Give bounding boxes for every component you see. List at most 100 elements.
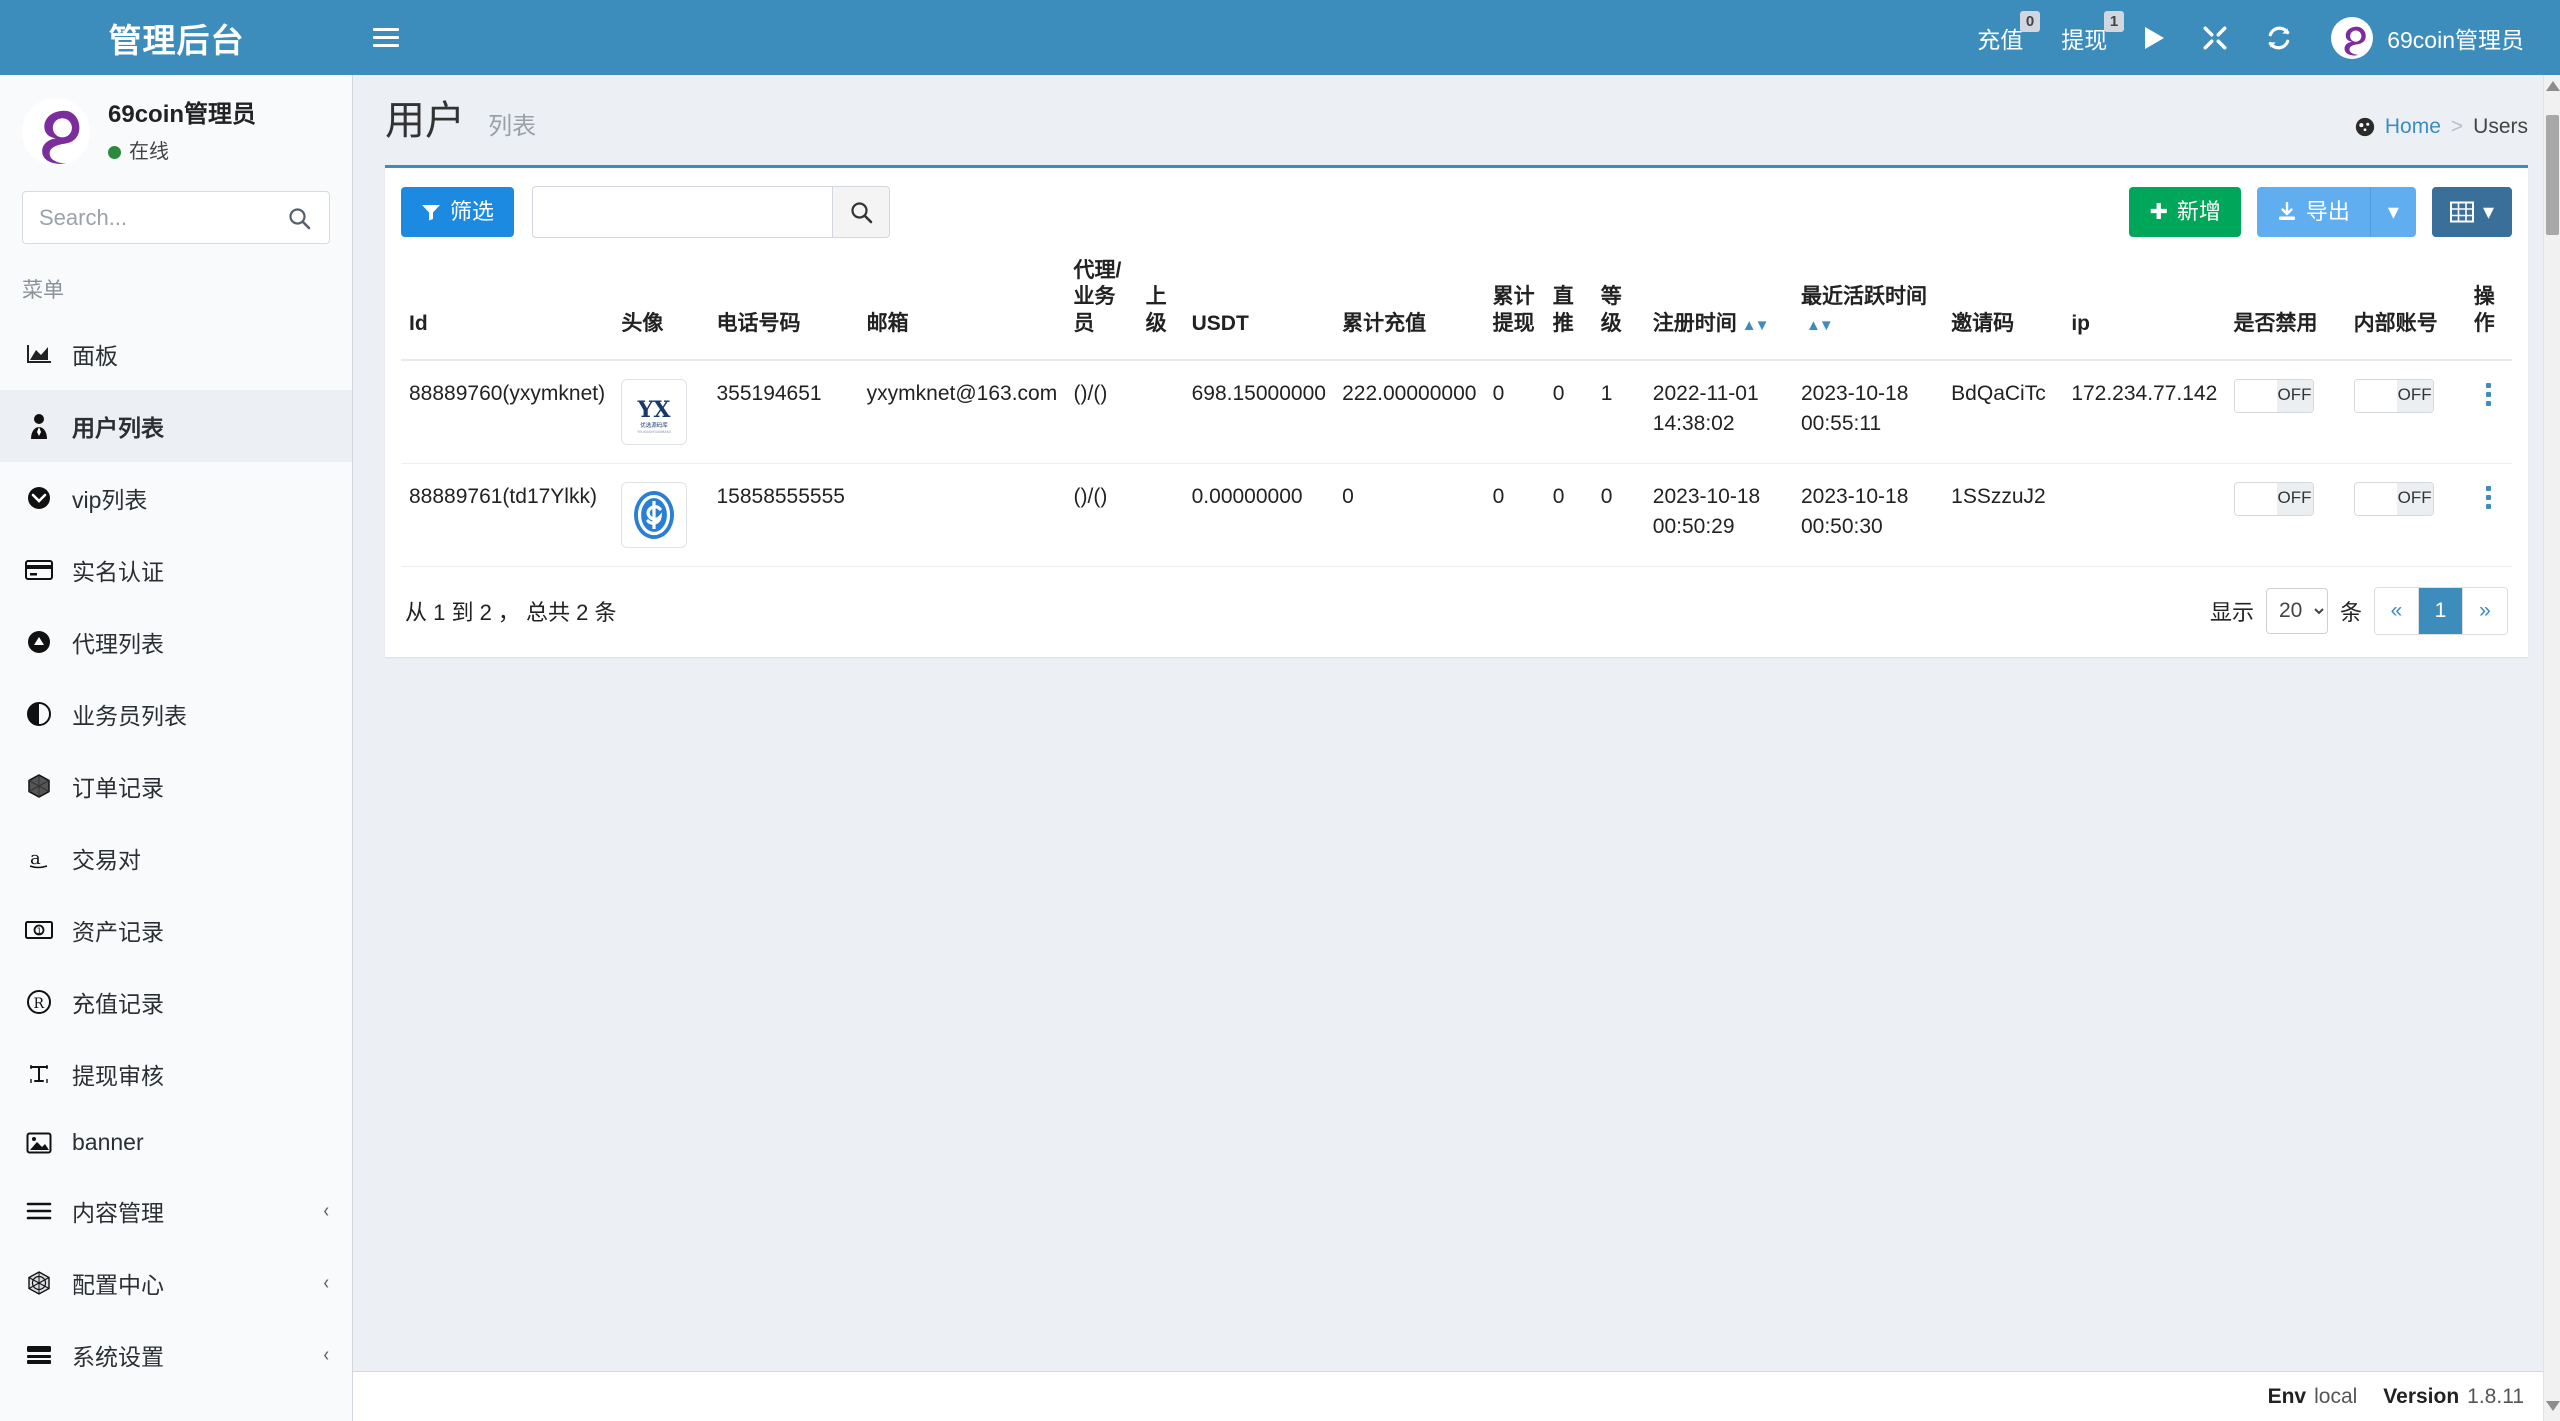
pagination-next[interactable]: » xyxy=(2463,588,2507,634)
export-button[interactable]: 导出 xyxy=(2257,187,2370,237)
nav-item-withdraw-label: 提现 xyxy=(2061,21,2107,55)
sidebar-item-banner[interactable]: banner xyxy=(0,1110,352,1175)
chevron-left-icon: ‹ xyxy=(324,1200,329,1223)
col-direct-push[interactable]: 直推 xyxy=(1545,248,1593,360)
cell-direct-push[interactable]: 0 xyxy=(1545,360,1593,464)
col-agent[interactable]: 代理/业务员 xyxy=(1066,248,1138,360)
export-dropdown-button[interactable]: ▾ xyxy=(2370,187,2416,237)
col-parent[interactable]: 上级 xyxy=(1138,248,1184,360)
page-size-select[interactable]: 20 xyxy=(2266,588,2328,634)
cell-id: 88889761(td17Ylkk) xyxy=(401,463,613,566)
table-search-button[interactable] xyxy=(832,186,890,238)
sidebar-item-kyc[interactable]: 实名认证 xyxy=(0,534,352,606)
refresh-button[interactable] xyxy=(2247,0,2311,75)
col-invite-code[interactable]: 邀请码 xyxy=(1943,248,2063,360)
chart-area-icon xyxy=(24,343,54,365)
internal-account-toggle[interactable]: OFF xyxy=(2354,379,2434,413)
cell-avatar: YX 优选源码库 YOUXUANYUANMAKU xyxy=(613,360,708,464)
col-register-time[interactable]: 注册时间▲▼ xyxy=(1645,248,1793,360)
col-ip[interactable]: ip xyxy=(2063,248,2225,360)
ellipsis-v-icon[interactable] xyxy=(2474,383,2504,406)
sidebar-item-label: banner xyxy=(72,1129,330,1156)
scrollbar-thumb[interactable] xyxy=(2546,115,2559,235)
col-id[interactable]: Id xyxy=(401,248,613,360)
page-scrollbar[interactable] xyxy=(2543,75,2560,1421)
sort-icon: ▲▼ xyxy=(1806,317,1832,334)
sidebar-item-recharge-records[interactable]: R 充值记录 xyxy=(0,966,352,1038)
row-avatar[interactable]: YX 优选源码库 YOUXUANYUANMAKU xyxy=(621,379,687,445)
sidebar-toggle-button[interactable] xyxy=(353,0,419,75)
col-usdt[interactable]: USDT xyxy=(1184,248,1335,360)
col-level[interactable]: 等级 xyxy=(1593,248,1645,360)
fullscreen-button[interactable] xyxy=(2183,0,2247,75)
nav-item-recharge[interactable]: 充值 0 xyxy=(1958,0,2042,75)
col-last-active[interactable]: 最近活跃时间▲▼ xyxy=(1793,248,1943,360)
col-internal[interactable]: 内部账号 xyxy=(2346,248,2466,360)
disabled-toggle[interactable]: OFF xyxy=(2234,482,2314,516)
sidebar-item-withdraw-review[interactable]: 提现审核 xyxy=(0,1038,352,1110)
ellipsis-v-icon[interactable] xyxy=(2474,486,2504,509)
breadcrumb-home[interactable]: Home xyxy=(2354,115,2441,139)
sidebar-item-config-center[interactable]: 配置中心 ‹ xyxy=(0,1247,352,1319)
refresh-icon xyxy=(2266,25,2292,51)
col-email[interactable]: 邮箱 xyxy=(859,248,1066,360)
scroll-up-icon[interactable] xyxy=(2546,81,2559,95)
sidebar-search-form xyxy=(0,185,352,248)
col-action[interactable]: 操作 xyxy=(2466,248,2512,360)
sidebar-item-agents[interactable]: 代理列表 xyxy=(0,606,352,678)
pagination-page-1[interactable]: 1 xyxy=(2419,588,2463,634)
disabled-toggle[interactable]: OFF xyxy=(2234,379,2314,413)
sidebar-item-asset-records[interactable]: 1 资产记录 xyxy=(0,894,352,966)
pagination-prev[interactable]: « xyxy=(2375,588,2419,634)
scroll-down-icon[interactable] xyxy=(2546,1401,2559,1415)
expand-icon xyxy=(2202,25,2228,51)
caret-down-icon: ▾ xyxy=(2388,199,2399,225)
sidebar-item-salesmen[interactable]: 业务员列表 xyxy=(0,678,352,750)
row-avatar[interactable] xyxy=(621,482,687,548)
registered-icon: R xyxy=(24,989,54,1015)
col-disabled[interactable]: 是否禁用 xyxy=(2226,248,2346,360)
brand-logo-icon xyxy=(22,98,90,166)
filter-button[interactable]: 筛选 xyxy=(401,187,514,237)
internal-account-toggle[interactable]: OFF xyxy=(2354,482,2434,516)
col-avatar-label: 头像 xyxy=(621,312,663,335)
columns-toggle-button[interactable]: ▾ xyxy=(2432,187,2512,237)
cell-direct-push[interactable]: 0 xyxy=(1545,463,1593,566)
user-menu-label: 69coin管理员 xyxy=(2387,21,2524,55)
toolbar-right: ✚ 新增 导出 ▾ xyxy=(2129,187,2512,237)
add-button[interactable]: ✚ 新增 xyxy=(2129,187,2240,237)
sidebar-item-content-management[interactable]: 内容管理 ‹ xyxy=(0,1175,352,1247)
cell-phone: 355194651 xyxy=(708,360,858,464)
col-total-withdraw[interactable]: 累计提现 xyxy=(1485,248,1545,360)
app-logo[interactable]: 管理后台 xyxy=(0,0,353,75)
cell-parent xyxy=(1138,463,1184,566)
sidebar-item-orders[interactable]: 订单记录 xyxy=(0,750,352,822)
table-row: 88889760(yxymknet) YX 优选源码库 YOUXUANYUANM… xyxy=(401,360,2512,464)
sidebar-search-button[interactable] xyxy=(281,192,317,243)
table-search-input[interactable] xyxy=(532,186,832,238)
sidebar-item-vip[interactable]: vip列表 xyxy=(0,462,352,534)
col-total-recharge[interactable]: 累计充值 xyxy=(1334,248,1485,360)
sidebar-item-users[interactable]: 用户列表 xyxy=(0,390,352,462)
sidebar-item-system-settings[interactable]: 系统设置 ‹ xyxy=(0,1319,352,1391)
sidebar-item-dashboard[interactable]: 面板 xyxy=(0,318,352,390)
toggle-knob xyxy=(2235,483,2277,515)
nav-item-withdraw-badge: 1 xyxy=(2104,11,2124,32)
money-bill-icon: 1 xyxy=(24,920,54,940)
filter-button-label: 筛选 xyxy=(450,199,494,225)
col-invite-code-label: 邀请码 xyxy=(1951,312,2014,335)
chevron-circle-down-icon xyxy=(24,485,54,511)
cell-usdt[interactable]: 0.00000000 xyxy=(1184,463,1335,566)
cell-usdt[interactable]: 698.15000000 xyxy=(1184,360,1335,464)
user-tie-icon xyxy=(24,413,54,439)
play-button[interactable] xyxy=(2126,0,2183,75)
user-menu-button[interactable]: 69coin管理员 xyxy=(2311,0,2546,75)
col-avatar[interactable]: 头像 xyxy=(613,248,708,360)
credit-card-icon xyxy=(24,560,54,580)
sidebar-item-trading-pairs[interactable]: a 交易对 xyxy=(0,822,352,894)
users-table-body: 88889760(yxymknet) YX 优选源码库 YOUXUANYUANM… xyxy=(401,360,2512,567)
env-value: local xyxy=(2314,1385,2357,1409)
col-phone[interactable]: 电话号码 xyxy=(708,248,858,360)
cell-level: 0 xyxy=(1593,463,1645,566)
nav-item-withdraw[interactable]: 提现 1 xyxy=(2042,0,2126,75)
